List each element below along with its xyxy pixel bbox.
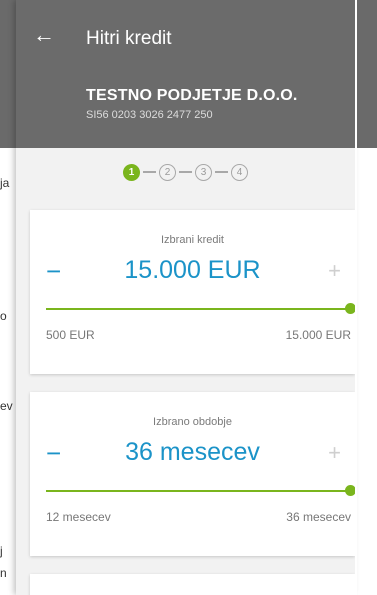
step-connector <box>143 171 156 173</box>
step-2: 2 <box>159 163 176 181</box>
app-bar: ← Hitri kredit TESTNO PODJETJE D.O.O. SI… <box>16 0 355 148</box>
background-text-snippet: ev <box>0 399 13 413</box>
period-max-label: 36 mesecev <box>286 510 351 524</box>
credit-amount-card: Izbrani kredit 15.000 EUR − + 500 EUR 15… <box>30 210 355 374</box>
background-text-snippet: n <box>0 566 7 580</box>
slider-thumb[interactable] <box>345 485 355 496</box>
period-min-label: 12 mesecev <box>46 510 111 524</box>
background-text-snippet: ja <box>0 176 10 190</box>
step-3: 3 <box>195 163 212 181</box>
credit-amount-slider[interactable] <box>46 303 355 314</box>
credit-amount-label: Izbrani kredit <box>161 234 224 246</box>
quick-credit-panel: ← Hitri kredit TESTNO PODJETJE D.O.O. SI… <box>16 0 355 595</box>
account-iban: SI56 0203 3026 2477 250 <box>86 109 213 121</box>
step-indicator: 1 2 3 4 <box>16 150 355 194</box>
back-arrow-icon[interactable]: ← <box>30 22 58 50</box>
background-text-snippet: o <box>0 309 7 323</box>
credit-min-label: 500 EUR <box>46 328 95 342</box>
background-text-snippet: j <box>0 544 3 558</box>
page-title: Hitri kredit <box>86 28 172 49</box>
credit-period-slider[interactable] <box>46 485 355 496</box>
panel-edge <box>355 0 357 595</box>
decrease-amount-button[interactable]: − <box>46 258 61 284</box>
credit-max-label: 15.000 EUR <box>285 328 351 342</box>
slider-fill <box>46 308 351 310</box>
step-connector <box>215 171 228 173</box>
next-card <box>30 574 355 595</box>
increase-period-button[interactable]: + <box>328 442 341 464</box>
increase-amount-button[interactable]: + <box>328 260 341 282</box>
step-connector <box>179 171 192 173</box>
company-name: TESTNO PODJETJE D.O.O. <box>86 87 298 104</box>
credit-period-card: Izbrano obdobje 36 mesecev − + 12 mesece… <box>30 392 355 556</box>
credit-period-value: 36 mesecev <box>125 438 260 466</box>
credit-period-label: Izbrano obdobje <box>153 416 232 428</box>
decrease-period-button[interactable]: − <box>46 440 61 466</box>
step-1: 1 <box>123 163 140 181</box>
credit-amount-value: 15.000 EUR <box>124 256 261 284</box>
slider-thumb[interactable] <box>345 303 355 314</box>
slider-fill <box>46 490 351 492</box>
step-4: 4 <box>231 163 248 181</box>
